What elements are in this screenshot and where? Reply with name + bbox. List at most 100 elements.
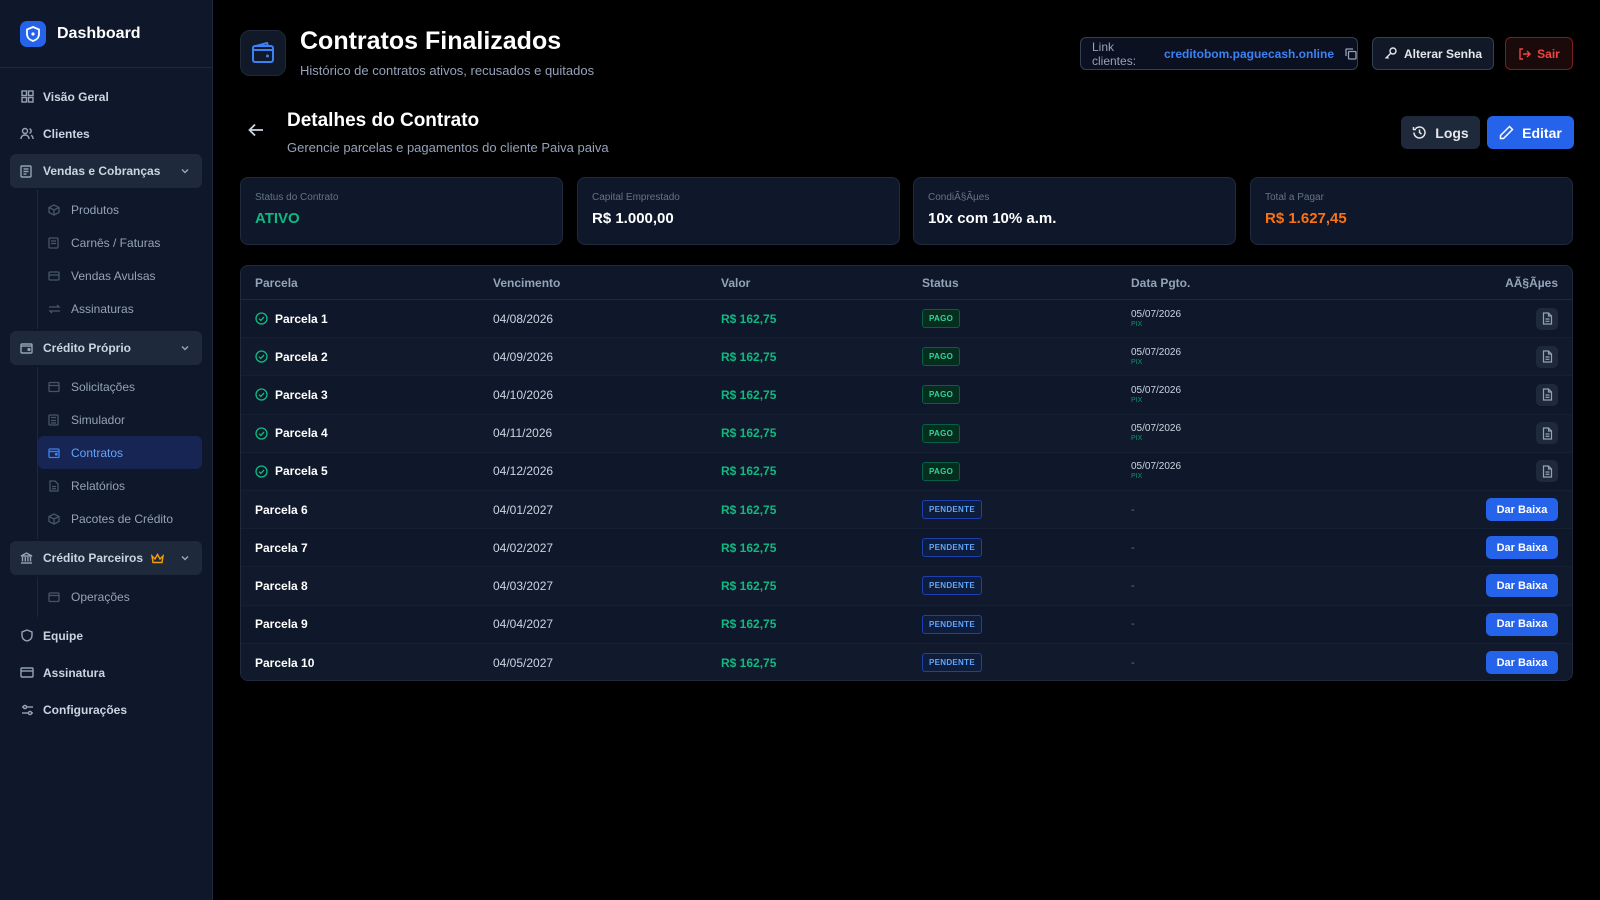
- cell-data: -: [1131, 656, 1135, 669]
- sidebar-item-clientes[interactable]: Clientes: [0, 115, 212, 152]
- card-capital: Capital Emprestado R$ 1.000,00: [577, 177, 900, 245]
- cell-vencimento: 04/10/2026: [493, 387, 554, 402]
- sidebar-group-credito-parceiros[interactable]: Crédito Parceiros: [10, 541, 202, 575]
- payment-method: PIX: [1131, 435, 1143, 443]
- status-badge: PENDENTE: [922, 614, 982, 634]
- cell-valor: R$ 162,75: [721, 387, 777, 402]
- back-arrow-icon[interactable]: [248, 123, 264, 142]
- receipt-document-icon[interactable]: [1536, 307, 1558, 330]
- table-row: Parcela 2 04/09/2026 R$ 162,75 PAGO 05/07/20…: [241, 338, 1572, 377]
- edit-button[interactable]: Editar: [1487, 116, 1574, 149]
- sidebar-item-vendas-avulsas[interactable]: Vendas Avulsas: [38, 259, 202, 292]
- brand[interactable]: Dashboard: [0, 0, 212, 68]
- cell-data: -: [1131, 541, 1135, 554]
- wallet-icon: [48, 590, 61, 603]
- cell-data: -: [1131, 618, 1135, 631]
- sidebar-item-label: Equipe: [43, 628, 84, 643]
- table-row: Parcela 6 04/01/2027 R$ 162,75 PENDENTE - Dar…: [241, 490, 1572, 530]
- change-password-button[interactable]: Alterar Senha: [1372, 37, 1494, 70]
- sidebar-item-equipe[interactable]: Equipe: [0, 617, 212, 654]
- table-row: Parcela 4 04/11/2026 R$ 162,75 PAGO 05/07/20…: [241, 414, 1572, 453]
- cell-vencimento: 04/11/2026: [493, 426, 553, 441]
- card-label: Total a Pagar: [1265, 192, 1324, 203]
- check-circle-icon: [255, 465, 268, 478]
- sidebar-item-assinatura[interactable]: Assinatura: [0, 654, 212, 691]
- logs-button[interactable]: Logs: [1401, 116, 1480, 149]
- cell-valor: R$ 162,75: [721, 311, 777, 326]
- column-header-acoes: AÃ§Ãµes: [1505, 275, 1558, 290]
- client-link-url[interactable]: creditobom.paguecash.online: [1164, 47, 1334, 61]
- cell-valor: R$ 162,75: [721, 655, 777, 670]
- cell-acoes: [1536, 383, 1558, 406]
- table-row: Parcela 8 04/03/2027 R$ 162,75 PENDENTE - Dar…: [241, 567, 1572, 606]
- receipt-document-icon[interactable]: [1536, 383, 1558, 406]
- parcela-label: Parcela 2: [275, 349, 328, 364]
- cell-acoes: Dar Baixa: [1486, 536, 1558, 560]
- change-password-label: Alterar Senha: [1403, 46, 1483, 61]
- status-badge: PAGO: [922, 385, 961, 405]
- parcela-label: Parcela 9: [255, 617, 308, 632]
- repeat-icon: [48, 302, 61, 315]
- cell-acoes: Dar Baixa: [1486, 574, 1558, 598]
- payment-date: 05/07/2026: [1131, 384, 1182, 396]
- cell-vencimento: 04/03/2027: [493, 578, 554, 593]
- cell-acoes: Dar Baixa: [1486, 612, 1558, 636]
- cell-parcela: Parcela 10: [255, 656, 314, 670]
- sidebar-group-label: Crédito Parceiros: [43, 551, 144, 565]
- chevron-down-icon: [180, 552, 190, 566]
- cell-vencimento: 04/05/2027: [493, 655, 554, 670]
- cell-data: -: [1131, 503, 1135, 516]
- wallet-icon: [20, 341, 34, 355]
- receipt-document-icon[interactable]: [1536, 345, 1558, 368]
- sidebar-group-vendas[interactable]: Vendas e Cobranças: [10, 154, 202, 188]
- cell-acoes: [1536, 422, 1558, 445]
- sidebar-item-solicitacoes[interactable]: Solicitações: [38, 370, 202, 403]
- dar-baixa-button[interactable]: Dar Baixa: [1486, 612, 1558, 636]
- sidebar-item-visao-geral[interactable]: Visão Geral: [0, 78, 212, 115]
- sidebar-item-label: Contratos: [71, 445, 124, 460]
- cell-parcela: Parcela 4: [255, 426, 328, 440]
- sidebar-group-credito-proprio[interactable]: Crédito Próprio: [10, 331, 202, 365]
- sidebar-item-simulador[interactable]: Simulador: [38, 403, 202, 436]
- status-badge: PAGO: [922, 423, 961, 443]
- cell-parcela: Parcela 6: [255, 503, 308, 517]
- dar-baixa-button[interactable]: Dar Baixa: [1486, 498, 1558, 522]
- sidebar-item-configuracoes[interactable]: Configurações: [0, 691, 212, 728]
- cell-valor: R$ 162,75: [721, 578, 777, 593]
- parcela-label: Parcela 6: [255, 502, 308, 517]
- credit-card-icon: [20, 666, 34, 680]
- sidebar-item-assinaturas[interactable]: Assinaturas: [38, 292, 202, 325]
- package-icon: [48, 512, 61, 525]
- card-value: 10x com 10% a.m.: [928, 210, 1057, 227]
- cell-status: PENDENTE: [922, 614, 982, 634]
- dar-baixa-button[interactable]: Dar Baixa: [1486, 574, 1558, 598]
- table-row: Parcela 3 04/10/2026 R$ 162,75 PAGO 05/07/20…: [241, 376, 1572, 415]
- receipt-icon: [20, 164, 34, 178]
- receipt-document-icon[interactable]: [1536, 422, 1558, 445]
- logout-button[interactable]: Sair: [1505, 37, 1573, 70]
- check-circle-icon: [255, 350, 268, 363]
- cell-parcela: Parcela 3: [255, 388, 328, 402]
- cell-parcela: Parcela 5: [255, 464, 328, 478]
- parcela-label: Parcela 5: [275, 464, 328, 479]
- grid-icon: [20, 90, 34, 104]
- cell-valor: R$ 162,75: [721, 349, 777, 364]
- copy-icon[interactable]: [1345, 47, 1357, 60]
- cell-status: PAGO: [922, 385, 961, 405]
- dar-baixa-button[interactable]: Dar Baixa: [1486, 651, 1558, 675]
- cell-vencimento: 04/09/2026: [493, 349, 554, 364]
- cell-vencimento: 04/08/2026: [493, 311, 554, 326]
- sidebar-sublist-vendas: Produtos Carnês / Faturas Vendas Avulsas…: [37, 190, 202, 329]
- dar-baixa-button[interactable]: Dar Baixa: [1486, 536, 1558, 560]
- sidebar-item-carnes[interactable]: Carnês / Faturas: [38, 226, 202, 259]
- sidebar-item-produtos[interactable]: Produtos: [38, 193, 202, 226]
- sidebar-item-contratos[interactable]: Contratos: [38, 436, 202, 469]
- sidebar-item-relatorios[interactable]: Relatórios: [38, 469, 202, 502]
- receipt-document-icon[interactable]: [1536, 460, 1558, 483]
- card-value: R$ 1.627,45: [1265, 210, 1347, 227]
- sidebar-item-operacoes[interactable]: Operações: [38, 580, 202, 613]
- brand-title: Dashboard: [57, 24, 141, 42]
- sidebar-item-pacotes[interactable]: Pacotes de Crédito: [38, 502, 202, 535]
- cell-data: 05/07/2026 PIX: [1131, 461, 1181, 481]
- column-header-vencimento: Vencimento: [493, 275, 561, 290]
